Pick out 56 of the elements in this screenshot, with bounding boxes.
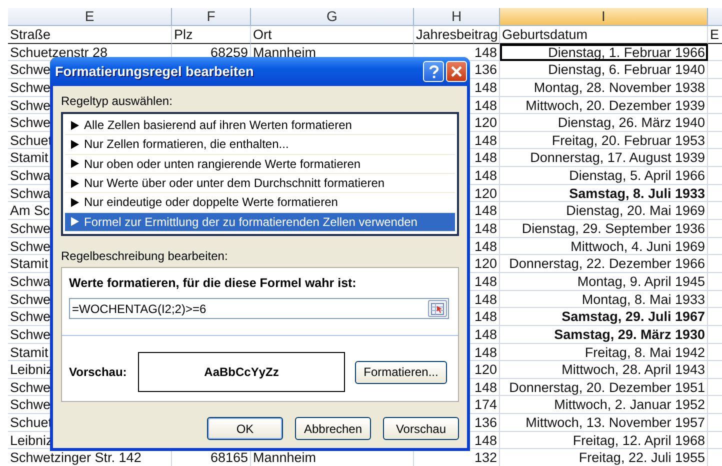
table-cell: Freitag, 22. Juli 1955 [500,449,708,466]
table-cell: Donnerstag, 22. Dezember 1966 [500,255,708,273]
table-cell: Donnerstag, 17. August 1939 [500,149,708,168]
format-button[interactable]: Formatieren... [355,360,447,384]
table-cell: Montag, 8. Mai 1933 [500,290,708,308]
table-cell: Dienstag, 1. Februar 1966 [500,44,708,62]
ok-button[interactable]: OK [207,417,283,440]
rule-type-item[interactable]: Nur Werte über oder unter dem Durchschnitt formatieren [65,174,455,194]
rule-type-item[interactable]: Nur Zellen formatieren, die enthalten... [65,135,455,155]
table-cell: Dienstag, 26. März 1940 [500,114,708,132]
column-header[interactable]: G [251,8,414,26]
table-cell: Samstag, 29. Juli 1967 [500,308,708,326]
help-button[interactable] [423,61,444,82]
close-button[interactable] [446,61,467,82]
table-cell: Mittwoch, 4. Juni 1969 [500,238,708,256]
table-cell: Montag, 9. April 1945 [500,272,708,291]
table-cell: Samstag, 8. Juli 1933 [500,184,708,202]
triangle-icon [71,217,79,226]
table-cell: Dienstag, 6. Februar 1940 [500,61,708,79]
table-header-cell: Straße [8,26,172,44]
table-cell: Samstag, 29. März 1930 [500,326,708,344]
table-cell: Freitag, 20. Februar 1953 [500,132,708,150]
range-select-button[interactable] [428,300,447,317]
table-cell: Donnerstag, 20. Dezember 1951 [500,378,708,396]
column-header[interactable]: I [500,8,708,26]
cancel-button[interactable]: Abbrechen [295,417,371,440]
preview-button[interactable]: Vorschau [383,417,459,440]
table-header-cell: Ort [251,26,414,44]
table-cell: Dienstag, 29. September 1936 [500,220,708,238]
help-icon [428,64,438,78]
table-cell: Freitag, 8. Mai 1942 [500,344,708,362]
table-header-cell: Geburtsdatum [500,26,708,44]
preview-label: Vorschau: [69,365,128,379]
close-icon [451,66,462,77]
column-header[interactable]: H [414,8,500,26]
table-cell: Freitag, 12. April 1968 [500,432,708,450]
table-header-cell: Jahresbeitrag [414,26,500,44]
section-label: Regeltyp auswählen: [61,94,174,110]
table-cell: Dienstag, 20. Mai 1969 [500,202,708,220]
rule-type-item[interactable]: Nur oben oder unten rangierende Werte formatieren [65,154,455,174]
table-cell: Mittwoch, 28. April 1943 [500,361,708,379]
column-header[interactable]: F [172,8,251,26]
column-header[interactable]: E [8,8,172,26]
table-cell: Dienstag, 5. April 1966 [500,167,708,185]
rule-type-item[interactable]: Alle Zellen basierend auf ihren Werten formatieren [65,116,455,136]
preview-sample: AaBbCcYyZz [138,352,345,392]
rule-type-item[interactable]: Formel zur Ermittlung der zu formatierenden Zellen verwenden [65,212,455,232]
formula-field[interactable]: =WOCHENTAG(I2;2)>=6 [69,298,449,319]
table-header-cell: Plz [172,26,251,44]
triangle-icon [71,159,79,168]
range-select-icon [431,302,444,314]
table-cell: Mittwoch, 2. Januar 1952 [500,396,708,414]
table-cell: Mittwoch, 13. November 1957 [500,414,708,432]
table-header-cell: E [708,26,722,44]
table-cell: Mittwoch, 20. Dezember 1939 [500,96,708,114]
table-cell: Montag, 28. November 1938 [500,78,708,97]
